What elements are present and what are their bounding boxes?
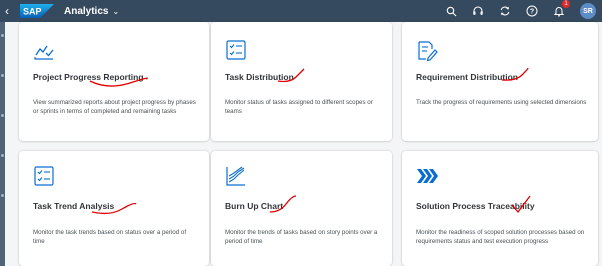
notification-badge: 1: [562, 0, 570, 8]
tile-description: Monitor the task trends based on status …: [33, 229, 187, 245]
document-edit-icon: [416, 39, 438, 62]
sync-icon[interactable]: [499, 5, 511, 17]
checklist-icon: [33, 165, 55, 187]
tile-title: Task Trend Analysis: [33, 201, 115, 211]
app-title-menu[interactable]: Analytics ⌄: [64, 6, 119, 17]
tile-title: Burn Up Chart: [225, 201, 284, 211]
tile-task-distribution[interactable]: Task Distribution Monitor status of task…: [211, 22, 392, 141]
chevron-down-icon: ⌄: [112, 6, 120, 16]
tile-description: Track the progress of requirements using…: [416, 99, 587, 106]
rail-marker: [1, 154, 4, 157]
rail-marker: [1, 114, 4, 117]
chart-check-icon: [33, 39, 55, 61]
tile-title: Project Progress Reporting: [33, 72, 144, 82]
search-icon[interactable]: [445, 5, 457, 17]
tile-title: Solution Process Traceability: [416, 201, 535, 211]
tile-description: Monitor the readiness of scoped solution…: [416, 229, 585, 245]
notifications-icon[interactable]: 1: [553, 0, 570, 17]
sap-logo-text: SAP: [23, 7, 42, 17]
help-icon[interactable]: ?: [526, 5, 538, 17]
tile-project-progress-reporting[interactable]: Project Progress Reporting View summariz…: [19, 22, 209, 141]
tile-burn-up-chart[interactable]: Burn Up Chart Monitor the trends of task…: [211, 151, 392, 266]
tile-title: Task Distribution: [225, 72, 294, 82]
sap-logo[interactable]: SAP: [20, 4, 54, 18]
chevrons-forward-icon: [416, 165, 438, 187]
tile-task-trend-analysis[interactable]: Task Trend Analysis Monitor the task tre…: [19, 151, 209, 266]
app-title: Analytics: [64, 5, 109, 17]
headset-icon[interactable]: [472, 5, 484, 17]
tile-requirement-distribution[interactable]: Requirement Distribution Track the progr…: [402, 22, 598, 141]
user-avatar[interactable]: SR: [580, 3, 596, 19]
svg-text:?: ?: [530, 9, 534, 16]
back-icon[interactable]: ‹: [0, 0, 14, 22]
tile-title: Requirement Distribution: [416, 72, 519, 82]
rail-marker: [1, 194, 4, 197]
checklist-icon: [225, 39, 247, 61]
rail-marker: [1, 34, 4, 37]
burn-up-chart-icon: [225, 165, 247, 187]
tile-description: Monitor the trends of tasks based on sto…: [225, 229, 378, 245]
tile-description: Monitor status of tasks assigned to diff…: [225, 99, 373, 115]
tile-description: View summarized reports about project pr…: [33, 99, 196, 115]
shell-actions: ? 1 SR: [445, 0, 596, 22]
shell-bar: ‹ SAP Analytics ⌄ ? 1 SR: [0, 0, 602, 22]
rail-marker: [1, 74, 4, 77]
tile-solution-process-traceability[interactable]: Solution Process Traceability Monitor th…: [402, 151, 598, 266]
side-navigation-rail: [0, 22, 5, 266]
